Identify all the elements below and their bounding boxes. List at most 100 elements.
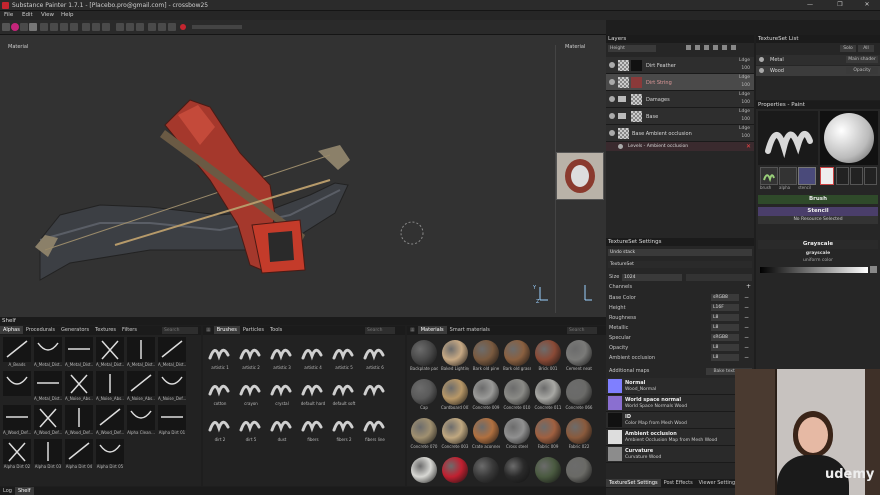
channel-slot[interactable] xyxy=(850,167,863,185)
alpha-item[interactable]: A_Noise_Def... xyxy=(158,371,186,403)
alpha-item[interactable]: A_Metal_Dist... xyxy=(34,371,62,403)
stencil-slot[interactable] xyxy=(798,167,816,185)
alpha-item[interactable]: Alpha Dirt 04 xyxy=(65,439,93,471)
brush-item[interactable]: dirt 2 xyxy=(206,412,234,444)
record-icon[interactable] xyxy=(180,24,186,30)
alpha-item[interactable]: A_Wood_Def... xyxy=(34,405,62,437)
alpha-item[interactable]: Alpha Dirt 02 xyxy=(3,439,31,471)
channel-format-select[interactable]: L8 xyxy=(711,344,739,351)
material-item[interactable]: Concrete 009 xyxy=(472,378,500,412)
brush-tool-icon[interactable] xyxy=(11,23,19,31)
material-search-input[interactable]: Search xyxy=(567,327,597,334)
effect-row[interactable]: Levels - Ambient occlusion ✕ xyxy=(606,142,754,151)
menu-view[interactable]: View xyxy=(41,12,54,18)
add-layer-icon[interactable] xyxy=(713,45,718,50)
minimize-button[interactable]: — xyxy=(800,1,820,10)
alpha-item[interactable]: A_Beads xyxy=(3,337,31,369)
opacity-slider[interactable] xyxy=(192,25,242,29)
material-item[interactable]: Cap xyxy=(410,378,438,412)
textureset-row[interactable]: Metal Main shader xyxy=(756,55,880,65)
alpha-item[interactable]: A_Metal_Dist... xyxy=(127,337,155,369)
material-item[interactable]: Cross steel xyxy=(503,417,531,451)
alpha-item[interactable]: Alpha Dirt 05 xyxy=(96,439,124,471)
grayscale-section[interactable]: Grayscale xyxy=(758,240,878,249)
shader-select[interactable]: Opacity xyxy=(846,67,878,74)
remove-channel-icon[interactable]: − xyxy=(744,304,749,311)
close-button[interactable]: ✕ xyxy=(857,1,877,10)
mirror-x-icon[interactable] xyxy=(116,23,124,31)
material-item[interactable]: Concrete 011 xyxy=(534,378,562,412)
tab-particles[interactable]: Particles xyxy=(240,326,267,334)
material-item[interactable] xyxy=(534,456,562,490)
geometry-fill-icon[interactable] xyxy=(40,23,48,31)
material-item[interactable]: Cement neat xyxy=(565,339,593,373)
color-picker-icon[interactable] xyxy=(870,266,877,273)
alpha-item[interactable]: A_Metal_Dist... xyxy=(158,337,186,369)
brush-item[interactable] xyxy=(361,376,389,408)
brush-item[interactable]: default soft xyxy=(330,376,358,408)
paint-tool-icon[interactable] xyxy=(2,23,10,31)
brush-item[interactable]: cotton xyxy=(206,376,234,408)
eye-icon[interactable] xyxy=(609,130,615,136)
material-item[interactable]: Concrete 003 xyxy=(441,417,469,451)
add-channel-icon[interactable]: + xyxy=(746,283,751,290)
add-fill-layer-icon[interactable] xyxy=(704,45,709,50)
alpha-item[interactable]: A_Metal_Dist... xyxy=(65,337,93,369)
alpha-item[interactable]: A_Noise_Abs... xyxy=(65,371,93,403)
layer-row-selected[interactable]: Dirt String Ldge 100 xyxy=(606,74,754,91)
alpha-item[interactable]: A_Wood_Def... xyxy=(65,405,93,437)
brush-item[interactable]: artistic 5 xyxy=(330,340,358,372)
additional-map-row[interactable]: ID Color Map from Mesh Wood xyxy=(606,412,754,429)
brush-item[interactable]: fibers 2 xyxy=(330,412,358,444)
clone-tool-icon[interactable] xyxy=(60,23,68,31)
add-folder-icon[interactable] xyxy=(722,45,727,50)
material-item[interactable]: Fabric 022 xyxy=(565,417,593,451)
remove-channel-icon[interactable]: − xyxy=(744,344,749,351)
eye-icon[interactable] xyxy=(609,96,615,102)
material-item[interactable] xyxy=(503,456,531,490)
material-preview[interactable] xyxy=(820,111,878,165)
tab-filters[interactable]: Filters xyxy=(119,326,140,334)
tab-textureset-settings[interactable]: TextureSet Settings xyxy=(606,479,661,487)
symmetry-icon[interactable] xyxy=(82,23,90,31)
alpha-item[interactable] xyxy=(3,371,31,403)
layer-opacity[interactable]: 100 xyxy=(726,134,750,139)
layer-blend[interactable]: Ldge xyxy=(726,126,750,131)
add-effect-icon[interactable] xyxy=(695,45,700,50)
channel-format-select[interactable]: L8 xyxy=(711,354,739,361)
layer-row[interactable]: Base Ambient occlusion Ldge 100 xyxy=(606,125,754,142)
shader-select[interactable]: Main shader xyxy=(846,56,878,63)
menu-edit[interactable]: Edit xyxy=(22,12,33,18)
size-lock-field[interactable] xyxy=(686,274,752,281)
remove-channel-icon[interactable]: − xyxy=(744,294,749,301)
eraser-tool-icon[interactable] xyxy=(20,23,28,31)
remove-effect-icon[interactable]: ✕ xyxy=(746,143,751,150)
layer-opacity[interactable]: 100 xyxy=(726,66,750,71)
menu-file[interactable]: File xyxy=(4,12,13,18)
material-item[interactable]: Brick 001 xyxy=(534,339,562,373)
channel-format-select[interactable]: L8 xyxy=(711,324,739,331)
layer-row[interactable]: Base Ldge 100 xyxy=(606,108,754,125)
alpha-item[interactable]: A_Metal_Dist... xyxy=(34,337,62,369)
mirror-y-icon[interactable] xyxy=(126,23,134,31)
material-item[interactable]: Baked Lighting... xyxy=(441,339,469,373)
channel-format-select[interactable]: sRGB8 xyxy=(711,334,739,341)
alpha-item[interactable]: A_Metal_Dist... xyxy=(96,337,124,369)
remove-channel-icon[interactable]: − xyxy=(744,314,749,321)
brush-preview[interactable] xyxy=(758,111,818,165)
layer-blend[interactable]: Ldge xyxy=(726,75,750,80)
material-item[interactable] xyxy=(472,456,500,490)
additional-map-row[interactable]: Ambient occlusion Ambient Occlusion Map … xyxy=(606,429,754,446)
alpha-item[interactable]: A_Noise_Abs... xyxy=(96,371,124,403)
tab-procedurals[interactable]: Procedurals xyxy=(23,326,58,334)
layer-row[interactable]: Dirt Feather Ldge 100 xyxy=(606,57,754,74)
alpha-item[interactable]: A_Noise_Abs... xyxy=(127,371,155,403)
stencil-section[interactable]: Stencil xyxy=(758,207,878,216)
brush-item[interactable]: dust xyxy=(268,412,296,444)
layer-opacity[interactable]: 100 xyxy=(726,100,750,105)
3d-viewport[interactable]: Material Material Y Z xyxy=(0,35,606,317)
channel-format-select[interactable]: sRGB8 xyxy=(711,294,739,301)
tab-textures[interactable]: Textures xyxy=(92,326,119,334)
material-item[interactable] xyxy=(410,456,438,490)
brush-item[interactable]: artistic 2 xyxy=(237,340,265,372)
